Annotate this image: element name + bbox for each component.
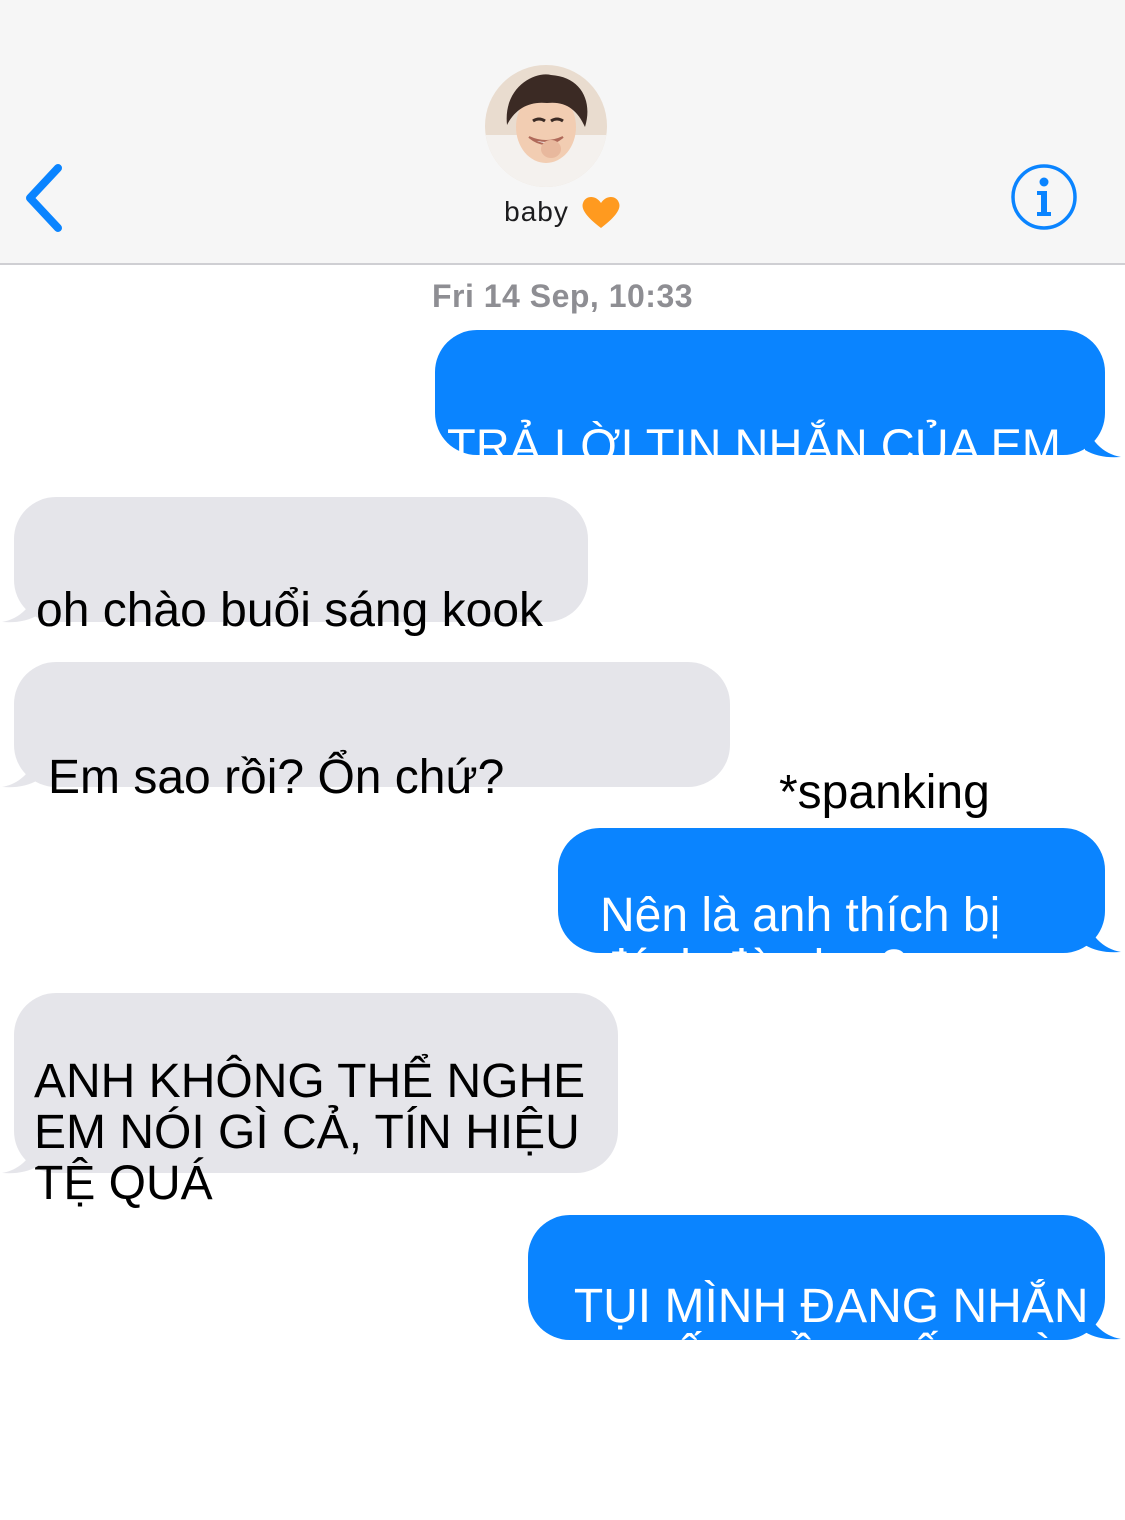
bubble-tail xyxy=(1085,420,1121,458)
bubble-tail xyxy=(2,1136,38,1174)
sent-message-bubble[interactable]: TỤI MÌNH ĐANG NHẮN TIN ĐẤY ĐỒ NGỐC NÀY xyxy=(528,1215,1105,1340)
sent-message-bubble[interactable]: TRẢ LỜI TIN NHẮN CỦA EM xyxy=(435,330,1105,472)
message-text: TỤI MÌNH ĐANG NHẮN TIN ĐẤY ĐỒ NGỐC NÀY xyxy=(548,1280,1091,1341)
received-message-bubble[interactable]: oh chào buổi sáng kook xyxy=(14,497,588,637)
bubble-tail xyxy=(2,585,38,623)
orange-heart-icon xyxy=(582,196,620,228)
conversation-header: baby xyxy=(0,0,1125,265)
message-text: Nên là anh thích bị đánh đòn hm? xyxy=(600,889,1001,994)
message-text: Em sao rồi? Ổn chứ? xyxy=(48,751,505,804)
message-text: ANH KHÔNG THỂ NGHE EM NÓI GÌ CẢ, TÍN HIỆ… xyxy=(34,1055,586,1210)
received-message-bubble[interactable]: Em sao rồi? Ổn chứ? xyxy=(14,662,730,804)
info-button[interactable] xyxy=(1010,163,1078,231)
contact-avatar[interactable] xyxy=(485,65,607,187)
sent-message-bubble[interactable]: Nên là anh thích bị đánh đòn hm? xyxy=(558,828,1105,994)
contact-name-label: baby xyxy=(504,196,569,227)
bubble-tail xyxy=(2,750,38,788)
bubble-tail xyxy=(1085,915,1121,953)
contact-name[interactable]: baby xyxy=(0,194,1125,230)
annotation-text: *spanking xyxy=(779,766,990,819)
message-timestamp: Fri 14 Sep, 10:33 xyxy=(431,278,694,314)
message-text: TRẢ LỜI TIN NHẮN CỦA EM xyxy=(447,419,1061,472)
bubble-tail xyxy=(1085,1302,1121,1340)
received-message-bubble[interactable]: ANH KHÔNG THỂ NGHE EM NÓI GÌ CẢ, TÍN HIỆ… xyxy=(14,993,618,1209)
info-icon xyxy=(1011,164,1077,230)
message-text: oh chào buổi sáng kook xyxy=(36,584,544,637)
